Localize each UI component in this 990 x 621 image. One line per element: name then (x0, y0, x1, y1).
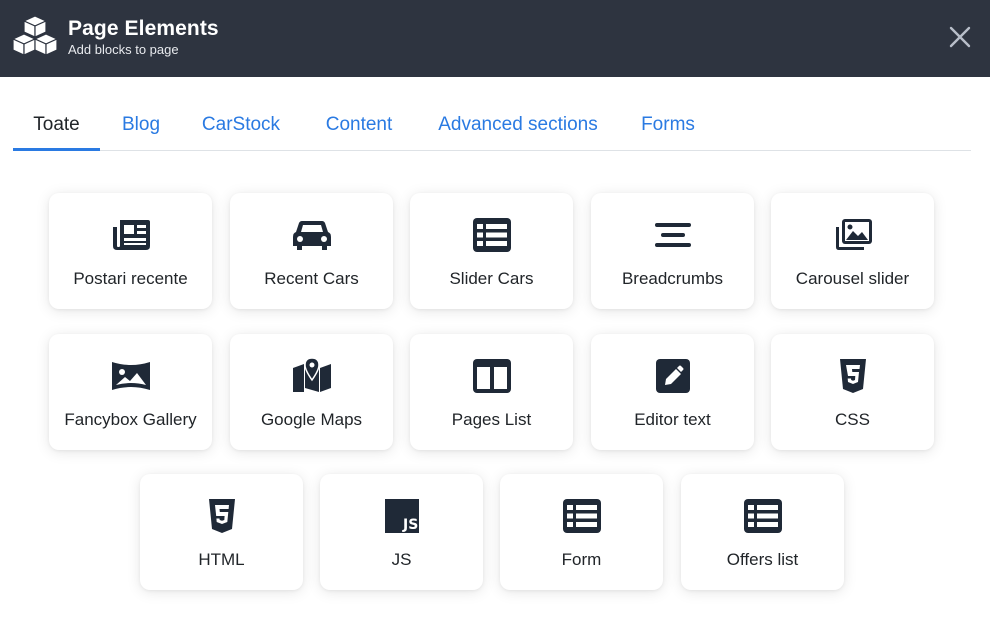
block-postari-recente[interactable]: Postari recente (49, 193, 212, 309)
block-pages-list[interactable]: Pages List (410, 334, 573, 450)
block-label: Editor text (634, 410, 711, 429)
tab-content[interactable]: Content (316, 100, 402, 150)
block-offers-list[interactable]: Offers list (681, 474, 844, 590)
panorama-icon (111, 362, 150, 390)
block-form[interactable]: Form (500, 474, 663, 590)
block-html[interactable]: HTML (140, 474, 303, 590)
block-breadcrumbs[interactable]: Breadcrumbs (591, 193, 754, 309)
css3-icon (839, 359, 866, 393)
tab-carstock[interactable]: CarStock (195, 100, 287, 150)
block-label: Carousel slider (795, 269, 910, 288)
cubes-icon (12, 15, 58, 56)
block-slider-cars[interactable]: Slider Cars (410, 193, 573, 309)
block-editor-text[interactable]: Editor text (591, 334, 754, 450)
modal-header: Page Elements Add blocks to page (0, 0, 990, 77)
svg-text:JS: JS (402, 517, 418, 533)
block-label: Fancybox Gallery (64, 410, 197, 429)
tab-blog[interactable]: Blog (111, 100, 171, 150)
modal-title: Page Elements (68, 17, 219, 40)
block-recent-cars[interactable]: Recent Cars (230, 193, 393, 309)
columns-icon (472, 359, 511, 393)
list-icon (562, 499, 601, 533)
block-label: HTML (198, 550, 245, 569)
block-label: Postari recente (73, 269, 188, 288)
tab-toate[interactable]: Toate (13, 100, 100, 151)
block-label: Recent Cars (264, 269, 359, 288)
block-carousel-slider[interactable]: Carousel slider (771, 193, 934, 309)
map-location-icon (292, 358, 331, 392)
block-css[interactable]: CSS (771, 334, 934, 450)
car-icon (292, 221, 331, 250)
block-label: Google Maps (260, 410, 363, 429)
tab-forms[interactable]: Forms (637, 100, 699, 150)
modal-subtitle: Add blocks to page (68, 42, 179, 57)
category-tabs: Toate Blog CarStock Content Advanced sec… (13, 100, 971, 151)
block-fancybox-gallery[interactable]: Fancybox Gallery (49, 334, 212, 450)
align-center-icon (654, 223, 691, 247)
newspaper-icon (112, 220, 150, 250)
block-label: Pages List (451, 410, 532, 429)
block-js[interactable]: JS JS (320, 474, 483, 590)
close-icon[interactable] (948, 25, 972, 49)
images-icon (835, 219, 872, 250)
pen-square-icon (655, 359, 690, 393)
block-label: CSS (835, 410, 870, 429)
block-label: JS (391, 550, 412, 569)
block-google-maps[interactable]: Google Maps (230, 334, 393, 450)
html5-icon (208, 499, 235, 533)
block-label: Offers list (726, 550, 799, 569)
block-label: Form (561, 550, 602, 569)
block-label: Breadcrumbs (621, 269, 724, 288)
header-titles: Page Elements Add blocks to page (68, 16, 219, 58)
js-icon: JS (384, 499, 419, 533)
tab-advanced-sections[interactable]: Advanced sections (432, 100, 604, 150)
list-icon (472, 218, 511, 252)
block-label: Slider Cars (449, 269, 534, 288)
list-icon (743, 499, 782, 533)
